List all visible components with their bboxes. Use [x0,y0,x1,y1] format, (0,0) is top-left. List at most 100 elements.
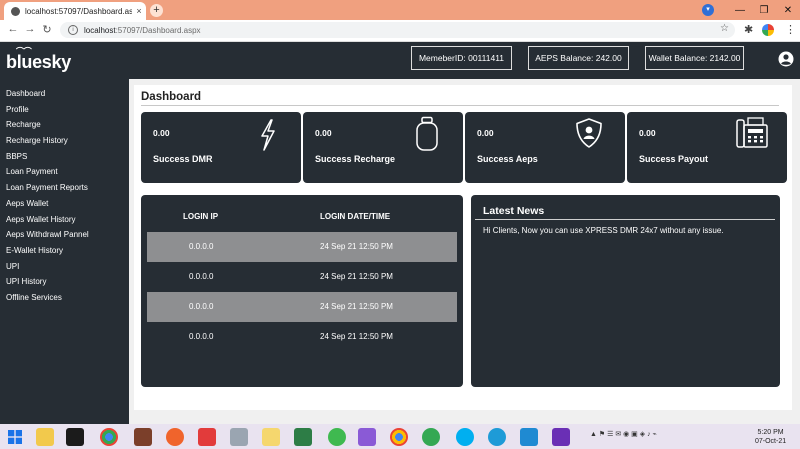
cell-login-ip: 0.0.0.0 [189,242,214,251]
jetbrains-icon[interactable] [66,428,84,446]
sidebar-item-aeps-withdrawl-pannel[interactable]: Aeps Withdrawl Pannel [6,229,129,245]
calculator-icon[interactable] [230,428,248,446]
card-success-payout[interactable]: 0.00 Success Payout [627,112,787,183]
app-header: ⌒⌒ bluesky MemeberID: 00111411 AEPS Bala… [0,42,800,79]
card-success-dmr[interactable]: 0.00 Success DMR [141,112,301,183]
close-window-button[interactable]: ✕ [776,5,800,16]
sidebar-item-aeps-wallet[interactable]: Aeps Wallet [6,198,129,214]
minimize-button[interactable]: — [728,5,752,16]
back-icon[interactable]: ← [6,23,20,35]
sidebar-item-upi[interactable]: UPI [6,261,129,277]
member-id-box: MemeberID: 00111411 [411,46,512,70]
new-tab-button[interactable]: + [150,4,163,17]
card-label: Success Payout [639,154,709,164]
card-success-recharge[interactable]: 0.00 Success Recharge [303,112,463,183]
gas-cylinder-icon [416,116,438,151]
info-icon[interactable]: i [68,25,78,35]
windows-start-icon[interactable] [8,430,22,444]
user-account-icon[interactable] [778,51,794,67]
search-tool-icon[interactable] [552,428,570,446]
cell-login-datetime: 24 Sep 21 12:50 PM [320,242,393,251]
cell-login-datetime: 24 Sep 21 12:50 PM [320,302,393,311]
table-row: 0.0.0.0 24 Sep 21 12:50 PM [147,292,457,322]
globe-icon [11,6,20,16]
winrar-icon[interactable] [134,428,152,446]
browser-tab[interactable]: localhost:57097/Dashboard.aspx × [4,2,146,20]
sidebar-item-profile[interactable]: Profile [6,104,129,120]
sidebar-item-loan-payment[interactable]: Loan Payment [6,166,129,182]
sidebar-item-upi-history[interactable]: UPI History [6,276,129,292]
taskbar-clock[interactable]: 5:20 PM 07-Oct-21 [755,428,786,446]
system-tray[interactable]: ▲ ⚑ ☰ ✉ ◉ ▣ ◈ ♪ ⌁ [590,430,657,438]
browser-profile-icon[interactable] [762,24,774,36]
sidebar-item-aeps-wallet-history[interactable]: Aeps Wallet History [6,214,129,230]
visual-studio-icon[interactable] [358,428,376,446]
shield-user-icon [576,118,602,148]
file-explorer-icon[interactable] [36,428,54,446]
card-label: Success Aeps [477,154,538,164]
card-value: 0.00 [477,128,494,138]
cell-login-ip: 0.0.0.0 [189,332,214,341]
tab-search-icon[interactable]: ▾ [702,4,714,16]
cell-login-datetime: 24 Sep 21 12:50 PM [320,332,393,341]
reload-icon[interactable]: ↻ [40,23,54,36]
fax-machine-icon [736,117,768,148]
address-bar[interactable]: i localhost:57097/Dashboard.aspx ☆ [60,22,735,38]
card-label: Success Recharge [315,154,396,164]
sidebar-item-e-wallet-history[interactable]: E-Wallet History [6,245,129,261]
sidebar: Dashboard Profile Recharge Recharge Hist… [0,79,129,424]
card-value: 0.00 [153,128,170,138]
edge-icon[interactable] [488,428,506,446]
cell-login-ip: 0.0.0.0 [189,302,214,311]
latest-news-panel: Latest News Hi Clients, Now you can use … [471,195,780,387]
sidebar-item-offline-services[interactable]: Offline Services [6,292,129,308]
postman-icon[interactable] [166,428,184,446]
cell-login-datetime: 24 Sep 21 12:50 PM [320,272,393,281]
maximize-button[interactable]: ❐ [752,5,776,16]
card-value: 0.00 [315,128,332,138]
tab-title: localhost:57097/Dashboard.aspx [25,6,132,16]
extensions-icon[interactable]: ✱ [744,23,753,36]
table-row: 0.0.0.0 24 Sep 21 12:50 PM [147,322,457,352]
login-history-table: LOGIN IP LOGIN DATE/TIME 0.0.0.0 24 Sep … [141,195,463,387]
table-row: 0.0.0.0 24 Sep 21 12:50 PM [147,262,457,292]
sidebar-item-loan-payment-reports[interactable]: Loan Payment Reports [6,182,129,198]
aeps-balance-box: AEPS Balance: 242.00 [528,46,629,70]
sidebar-item-recharge-history[interactable]: Recharge History [6,135,129,151]
sidebar-item-bbps[interactable]: BBPS [6,151,129,167]
sticky-notes-icon[interactable] [262,428,280,446]
clock-date: 07-Oct-21 [755,438,787,445]
chrome-icon[interactable] [100,428,118,446]
cell-login-ip: 0.0.0.0 [189,272,214,281]
windows-taskbar: ▲ ⚑ ☰ ✉ ◉ ▣ ◈ ♪ ⌁ 5:20 PM 07-Oct-21 [0,424,800,449]
vscode-icon[interactable] [520,428,538,446]
news-item: Hi Clients, Now you can use XPRESS DMR 2… [483,226,724,235]
column-header-login-ip: LOGIN IP [183,212,219,221]
filmora-icon[interactable] [294,428,312,446]
clock-time: 5:20 PM [757,429,784,436]
sidebar-item-dashboard[interactable]: Dashboard [6,88,129,104]
browser-menu-icon[interactable]: ⋮ [785,23,796,36]
column-header-login-datetime: LOGIN DATE/TIME [320,212,391,221]
url-path: :57097/Dashboard.aspx [115,25,201,35]
card-success-aeps[interactable]: 0.00 Success Aeps [465,112,625,183]
browser-tab-strip: localhost:57097/Dashboard.aspx × + ▾ — ❐… [0,0,800,20]
forward-icon[interactable]: → [23,23,37,35]
anydesk-icon[interactable] [198,428,216,446]
brand-logo[interactable]: ⌒⌒ bluesky [6,47,71,73]
window-controls: ▾ — ❐ ✕ [702,0,800,20]
wallet-balance-box: Wallet Balance: 2142.00 [645,46,744,70]
lightning-icon [261,119,275,151]
chrome-2-icon[interactable] [390,428,408,446]
tab-close-icon[interactable]: × [132,6,146,16]
skype-icon[interactable] [456,428,474,446]
bird-icon: ⌒⌒ [16,47,32,56]
app-green-2-icon[interactable] [422,428,440,446]
browser-toolbar: ← → ↻ i localhost:57097/Dashboard.aspx ☆… [0,20,800,42]
news-title: Latest News [483,205,545,217]
main-content: Dashboard 0.00 Success DMR 0.00 Success … [134,85,792,410]
bookmark-star-icon[interactable]: ☆ [720,23,729,34]
sidebar-item-recharge[interactable]: Recharge [6,119,129,135]
app-green-icon[interactable] [328,428,346,446]
table-row: 0.0.0.0 24 Sep 21 12:50 PM [147,232,457,262]
